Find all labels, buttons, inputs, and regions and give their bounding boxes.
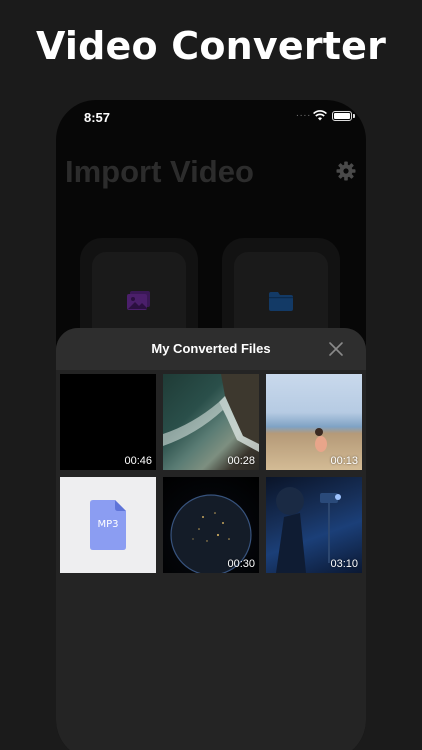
converted-video-item[interactable]: 00:46 — [60, 374, 156, 470]
converted-video-item[interactable]: 00:30 — [163, 477, 259, 573]
folder-icon — [269, 292, 293, 311]
status-bar: 8:57 .... — [56, 100, 366, 134]
video-duration: 00:13 — [330, 455, 358, 467]
wifi-icon — [313, 110, 327, 121]
sheet-header: My Converted Files — [56, 328, 366, 370]
headline-title: Video Converter — [35, 24, 387, 68]
converted-audio-item[interactable]: MP3 — [60, 477, 156, 573]
photos-icon — [127, 291, 150, 310]
battery-icon — [332, 111, 355, 121]
status-time: 8:57 — [84, 110, 111, 125]
converted-video-item[interactable]: 00:13 — [266, 374, 362, 470]
converted-files-sheet: My Converted Files 00:46 00:28 00:13 MP3… — [56, 328, 366, 750]
converted-video-item[interactable]: 00:28 — [163, 374, 259, 470]
video-duration: 00:46 — [124, 455, 152, 467]
converted-video-item[interactable]: 03:10 — [266, 477, 362, 573]
audio-format-label: MP3 — [97, 519, 119, 530]
video-duration: 00:30 — [227, 558, 255, 570]
page-title: Import Video — [65, 154, 254, 189]
sheet-title: My Converted Files — [151, 341, 271, 356]
phone-screen: 8:57 .... Import Video My Converted File… — [56, 100, 366, 750]
signal-dots: .... — [296, 108, 312, 119]
close-icon[interactable] — [328, 341, 344, 357]
video-duration: 03:10 — [330, 558, 358, 570]
video-duration: 00:28 — [227, 455, 255, 467]
gear-icon[interactable] — [336, 161, 356, 181]
